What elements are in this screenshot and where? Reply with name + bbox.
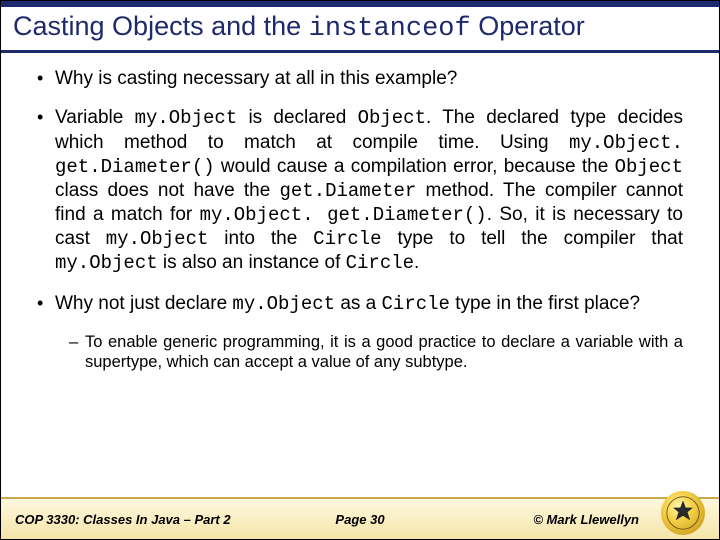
code-run: Circle xyxy=(382,293,450,315)
code-run: my.Object xyxy=(106,228,209,250)
code-run: my.Object xyxy=(232,293,335,315)
code-run: my.Object. get.Diameter() xyxy=(200,204,487,226)
title-text-post: Operator xyxy=(471,11,585,41)
title-code: instanceof xyxy=(309,14,471,44)
bullet-1: • Why is casting necessary at all in thi… xyxy=(37,67,683,90)
code-run: Object xyxy=(358,107,426,129)
bullet-3-text: Why not just declare my.Object as a Circ… xyxy=(55,292,683,316)
footer-course: COP 3330: Classes In Java – Part 2 xyxy=(15,512,231,527)
slide-title: Casting Objects and the instanceof Opera… xyxy=(13,11,707,44)
code-run: Object xyxy=(615,156,683,178)
text-run: would cause a compilation error, because… xyxy=(215,156,615,177)
code-run: my.Object xyxy=(135,107,238,129)
code-run: Circle xyxy=(313,228,381,250)
title-text-pre: Casting Objects and the xyxy=(13,11,309,41)
footer-page: Page 30 xyxy=(335,512,384,527)
ucf-logo-icon xyxy=(661,491,705,535)
slide: Casting Objects and the instanceof Opera… xyxy=(1,1,719,539)
bullet-3: • Why not just declare my.Object as a Ci… xyxy=(37,292,683,316)
sub-bullet-1-text: To enable generic programming, it is a g… xyxy=(85,332,683,372)
text-run: class does not have the xyxy=(55,180,279,201)
footer-copyright: © Mark Llewellyn xyxy=(533,512,639,527)
code-run: my.Object xyxy=(55,252,158,274)
code-run: get.Diameter xyxy=(279,180,416,202)
text-run: into the xyxy=(208,228,313,249)
bullet-1-text: Why is casting necessary at all in this … xyxy=(55,67,683,90)
text-run: type to tell the compiler that xyxy=(382,228,683,249)
text-run: Variable xyxy=(55,107,135,128)
bullet-dot-icon: • xyxy=(37,67,55,90)
bullet-dot-icon: • xyxy=(37,106,55,275)
footer: COP 3330: Classes In Java – Part 2 Page … xyxy=(1,497,719,539)
bullet-2: • Variable my.Object is declared Object.… xyxy=(37,106,683,275)
sub-bullet-1: – To enable generic programming, it is a… xyxy=(69,332,683,372)
bullet-2-text: Variable my.Object is declared Object. T… xyxy=(55,106,683,275)
text-run: as a xyxy=(335,293,381,314)
slide-content: • Why is casting necessary at all in thi… xyxy=(1,53,719,497)
code-run: Circle xyxy=(346,252,414,274)
dash-icon: – xyxy=(69,332,85,372)
text-run: . xyxy=(414,252,419,273)
bullet-dot-icon: • xyxy=(37,292,55,316)
title-bar: Casting Objects and the instanceof Opera… xyxy=(1,1,719,53)
text-run: is also an instance of xyxy=(158,252,346,273)
text-run: is declared xyxy=(237,107,357,128)
text-run: type in the first place? xyxy=(450,293,640,314)
text-run: Why not just declare xyxy=(55,293,232,314)
